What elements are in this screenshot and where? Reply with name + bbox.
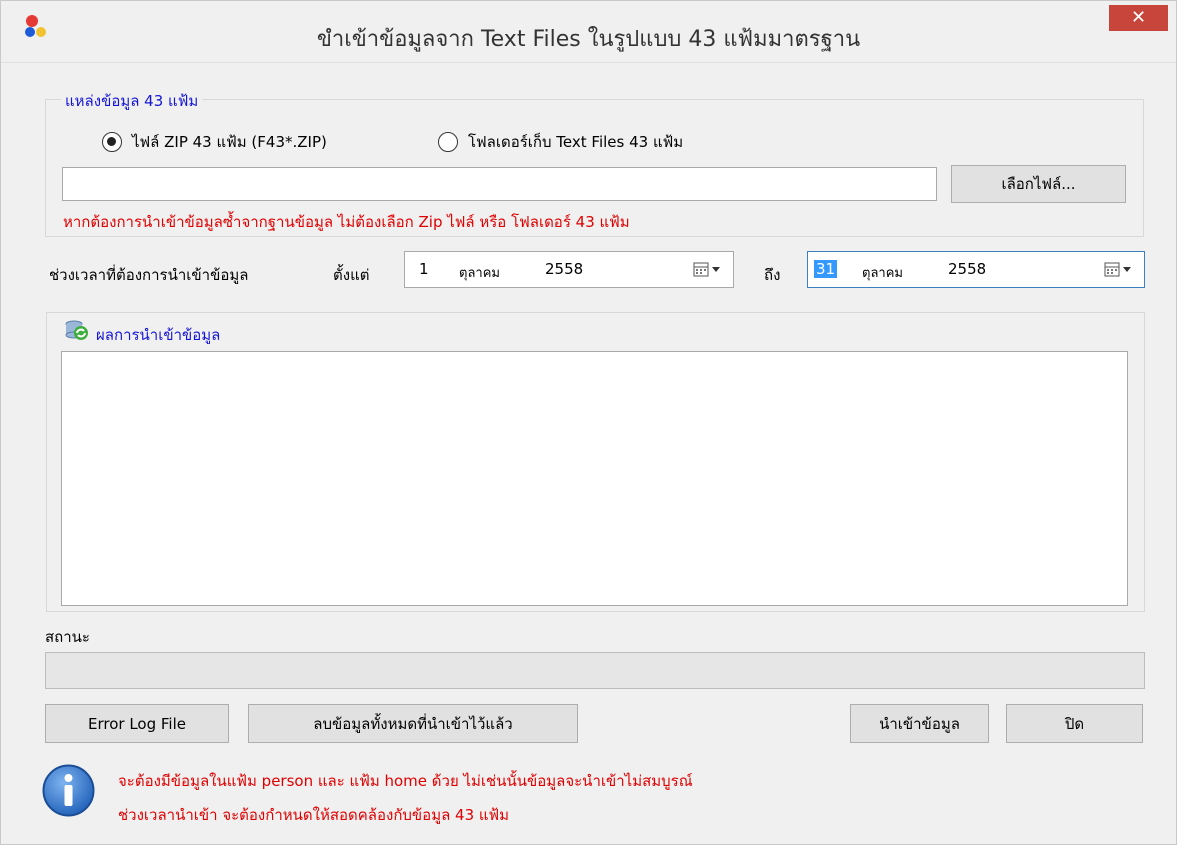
import-data-button[interactable]: นำเข้าข้อมูล (850, 704, 989, 743)
date-from-month[interactable]: ตุลาคม (459, 262, 500, 283)
radio-zip-file[interactable]: ไฟล์ ZIP 43 แฟ้ม (F43*.ZIP) (102, 130, 327, 154)
status-progress-bar (45, 652, 1145, 689)
radio-folder-label: โฟลเดอร์เก็บ Text Files 43 แฟ้ม (468, 133, 684, 151)
delete-imported-data-button[interactable]: ลบข้อมูลทั้งหมดที่นำเข้าไว้แล้ว (248, 704, 578, 743)
radio-zip-label: ไฟล์ ZIP 43 แฟ้ม (F43*.ZIP) (132, 133, 327, 151)
date-to-year[interactable]: 2558 (948, 260, 986, 278)
period-to-label: ถึง (764, 266, 781, 284)
source-note: หากต้องการนำเข้าข้อมูลซ้ำจากฐานข้อมูล ไม… (63, 213, 630, 231)
import-dialog-window: ขำเข้าข้อมูลจาก Text Files ในรูปแบบ 43 แ… (0, 0, 1177, 845)
results-title: ผลการนำเข้าข้อมูล (96, 326, 221, 344)
date-to-picker[interactable]: 31 ตุลาคม 2558 (807, 251, 1145, 288)
radio-folder[interactable]: โฟลเดอร์เก็บ Text Files 43 แฟ้ม (438, 130, 683, 154)
date-from-day[interactable]: 1 (419, 260, 429, 278)
error-log-file-button[interactable]: Error Log File (45, 704, 229, 743)
title-bar: ขำเข้าข้อมูลจาก Text Files ในรูปแบบ 43 แ… (1, 1, 1176, 63)
calendar-dropdown-icon[interactable] (1104, 262, 1134, 278)
info-line-2: ช่วงเวลานำเข้า จะต้องกำหนดให้สอดคล้องกับ… (118, 806, 510, 824)
date-to-month[interactable]: ตุลาคม (862, 262, 903, 283)
window-title: ขำเข้าข้อมูลจาก Text Files ในรูปแบบ 43 แ… (316, 27, 861, 52)
file-path-input[interactable] (62, 167, 937, 201)
close-button[interactable]: ปิด (1006, 704, 1143, 743)
status-label: สถานะ (45, 628, 90, 646)
radio-folder-dot[interactable] (438, 132, 458, 152)
info-line-1: จะต้องมีข้อมูลในแฟ้ม person และ แฟ้ม hom… (118, 772, 693, 790)
info-icon (42, 764, 95, 817)
refresh-database-icon (65, 320, 88, 340)
close-window-button[interactable]: ✕ (1109, 5, 1168, 31)
source-group-legend: แหล่งข้อมูล 43 แฟ้ม (61, 89, 203, 113)
period-label: ช่วงเวลาที่ต้องการนำเข้าข้อมูล (49, 266, 249, 284)
period-from-label: ตั้งแต่ (333, 266, 370, 284)
browse-file-button[interactable]: เลือกไฟล์... (951, 165, 1126, 203)
results-log-textarea[interactable] (61, 351, 1128, 606)
date-to-day[interactable]: 31 (814, 260, 838, 278)
radio-zip-dot[interactable] (102, 132, 122, 152)
calendar-dropdown-icon[interactable] (693, 262, 723, 278)
date-from-picker[interactable]: 1 ตุลาคม 2558 (404, 251, 734, 288)
date-from-year[interactable]: 2558 (545, 260, 583, 278)
